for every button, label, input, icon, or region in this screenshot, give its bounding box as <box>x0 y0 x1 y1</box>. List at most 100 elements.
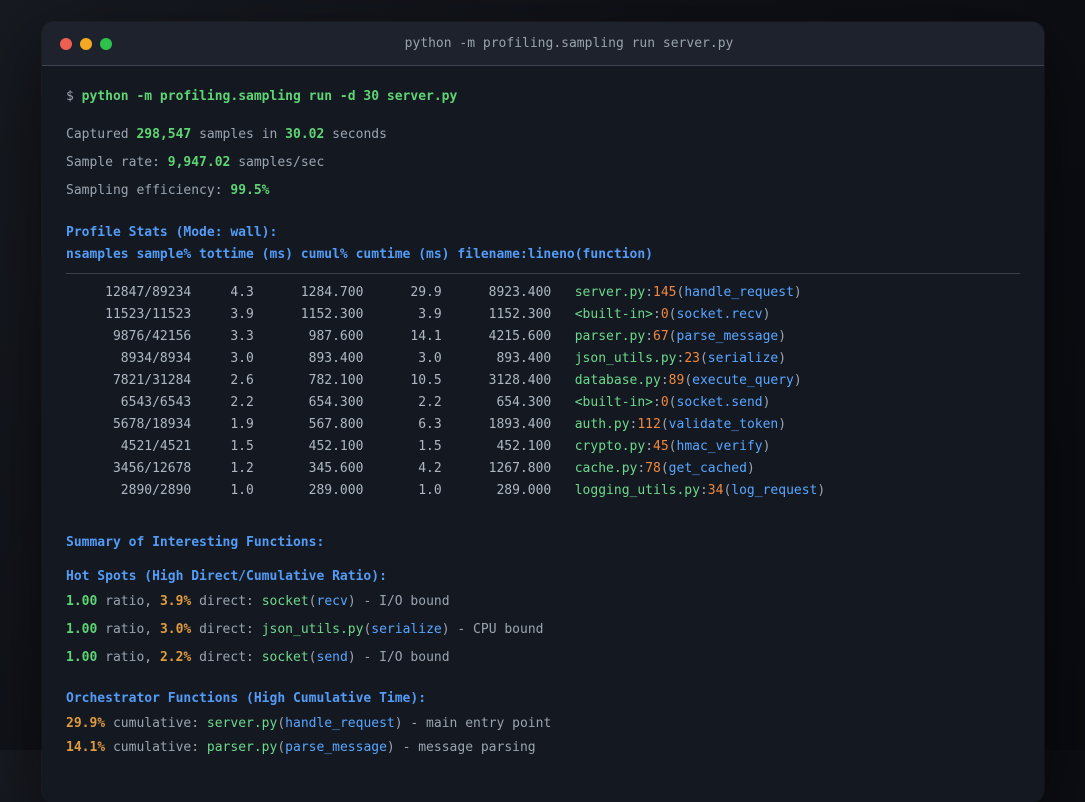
profile-stats-heading: Profile Stats (Mode: wall): <box>66 225 278 240</box>
row-metrics: 8934/8934 3.0 893.400 3.0 893.400 <box>66 351 575 366</box>
text-segment: parser.py <box>206 740 278 755</box>
efficiency-line: Sampling efficiency: 99.5% <box>66 184 1020 198</box>
text-segment: samples in <box>191 127 286 142</box>
minimize-button[interactable] <box>80 37 92 50</box>
text-segment: 99.5% <box>230 183 270 198</box>
text-segment: json_utils.py <box>261 622 364 637</box>
row-lineno: 23 <box>684 351 700 366</box>
profile-row: 8934/8934 3.0 893.400 3.0 893.400 json_u… <box>66 348 1020 370</box>
hotspot-item: 1.00 ratio, 3.9% direct: socket(recv) - … <box>66 595 1020 609</box>
row-function: serialize <box>707 351 779 366</box>
text-segment: python -m profiling.sampling run -d 30 s… <box>81 89 458 104</box>
text-segment: direct: <box>191 594 262 609</box>
text-segment: ) <box>762 439 771 454</box>
row-lineno: 34 <box>707 483 724 498</box>
text-segment: ( <box>699 351 708 366</box>
text-segment: direct: <box>191 650 262 665</box>
text-segment: ) - I/O bound <box>347 650 450 665</box>
sample-rate-line: Sample rate: 9,947.02 samples/sec <box>66 156 1020 170</box>
row-function: socket.send <box>676 395 763 410</box>
text-segment: 29.9% <box>66 716 106 731</box>
profile-row: 7821/31284 2.6 782.100 10.5 3128.400 dat… <box>66 370 1020 392</box>
text-segment: : <box>660 373 669 388</box>
summary-heading: Summary of Interesting Functions: <box>66 535 325 550</box>
row-lineno: 89 <box>668 373 685 388</box>
row-metrics: 7821/31284 2.6 782.100 10.5 3128.400 <box>66 373 575 388</box>
text-segment: parse_message <box>285 740 387 755</box>
text-segment: ) - main entry point <box>394 716 552 731</box>
text-segment: ) <box>793 373 802 388</box>
profile-row: 9876/42156 3.3 987.600 14.1 4215.600 par… <box>66 326 1020 348</box>
row-lineno: 67 <box>653 329 669 344</box>
text-segment: 3.0% <box>159 622 192 637</box>
text-segment: ( <box>668 307 677 322</box>
row-lineno: 45 <box>653 439 669 454</box>
profile-columns-header: nsamples sample% tottime (ms) cumul% cum… <box>66 247 653 262</box>
hotspot-list: 1.00 ratio, 3.9% direct: socket(recv) - … <box>66 595 1020 665</box>
close-button[interactable] <box>60 37 72 50</box>
row-function: socket.recv <box>676 307 763 322</box>
table-divider <box>66 273 1020 274</box>
text-segment: ( <box>308 594 317 609</box>
text-segment: ( <box>277 740 286 755</box>
text-segment: 298,547 <box>136 127 192 142</box>
row-lineno: 112 <box>637 417 661 432</box>
orchestrators-heading: Orchestrator Functions (High Cumulative … <box>66 691 427 706</box>
row-metrics: 9876/42156 3.3 987.600 14.1 4215.600 <box>66 329 575 344</box>
row-lineno: 0 <box>660 395 669 410</box>
profile-row: 5678/18934 1.9 567.800 6.3 1893.400 auth… <box>66 414 1020 436</box>
row-filename: json_utils.py <box>574 351 677 366</box>
text-segment: cumulative: <box>105 740 207 755</box>
text-segment: Sampling efficiency: <box>66 183 231 198</box>
row-function: hmac_verify <box>676 439 763 454</box>
profile-row: 2890/2890 1.0 289.000 1.0 289.000 loggin… <box>66 480 1020 502</box>
text-segment: direct: <box>191 622 262 637</box>
text-segment: ) <box>762 395 771 410</box>
row-metrics: 11523/11523 3.9 1152.300 3.9 1152.300 <box>66 307 575 322</box>
text-segment: cumulative: <box>105 716 207 731</box>
text-segment: ) - I/O bound <box>347 594 450 609</box>
text-segment: 1.00 <box>66 650 98 665</box>
row-function: execute_query <box>692 373 794 388</box>
text-segment: samples/sec <box>230 155 325 170</box>
text-segment: ) <box>762 307 771 322</box>
text-segment: ( <box>308 650 317 665</box>
maximize-button[interactable] <box>100 37 112 50</box>
text-segment: ( <box>668 329 677 344</box>
row-metrics: 6543/6543 2.2 654.300 2.2 654.300 <box>66 395 575 410</box>
hot-spots-heading: Hot Spots (High Direct/Cumulative Ratio)… <box>66 569 387 584</box>
row-filename: logging_utils.py <box>574 483 700 498</box>
row-filename: <built-in> <box>574 307 654 322</box>
text-segment: handle_request <box>285 716 395 731</box>
window-title: python -m profiling.sampling run server.… <box>404 36 734 51</box>
profile-row: 4521/4521 1.5 452.100 1.5 452.100 crypto… <box>66 436 1020 458</box>
text-segment: 3.9% <box>159 594 192 609</box>
profile-row: 6543/6543 2.2 654.300 2.2 654.300 <built… <box>66 392 1020 414</box>
row-filename: server.py <box>574 285 646 300</box>
hotspot-item: 1.00 ratio, 2.2% direct: socket(send) - … <box>66 651 1020 665</box>
profile-row: 11523/11523 3.9 1152.300 3.9 1152.300 <b… <box>66 304 1020 326</box>
text-segment: : <box>653 395 661 410</box>
row-filename: auth.py <box>574 417 630 432</box>
row-metrics: 2890/2890 1.0 289.000 1.0 289.000 <box>66 483 575 498</box>
orchestrator-item: 14.1% cumulative: parser.py(parse_messag… <box>66 741 1020 755</box>
row-function: get_cached <box>668 461 747 476</box>
text-segment: Sample rate: <box>66 155 168 170</box>
text-segment: socket <box>261 650 309 665</box>
profile-table: 12847/89234 4.3 1284.700 29.9 8923.400 s… <box>66 282 1020 502</box>
text-segment: ( <box>684 373 693 388</box>
row-filename: parser.py <box>574 329 646 344</box>
text-segment: ) <box>778 417 787 432</box>
window-controls <box>60 37 112 50</box>
text-segment: 1.00 <box>66 622 98 637</box>
text-segment: ) - message parsing <box>386 740 536 755</box>
text-segment: ) <box>746 461 755 476</box>
text-segment: socket <box>261 594 309 609</box>
text-segment: ) - CPU bound <box>441 622 544 637</box>
text-segment: 30.02 <box>285 127 325 142</box>
text-segment: 14.1% <box>66 740 106 755</box>
terminal-output[interactable]: $ python -m profiling.sampling run -d 30… <box>42 66 1044 755</box>
text-segment: seconds <box>324 127 387 142</box>
text-segment: 2.2% <box>159 650 192 665</box>
text-segment: : <box>645 439 654 454</box>
